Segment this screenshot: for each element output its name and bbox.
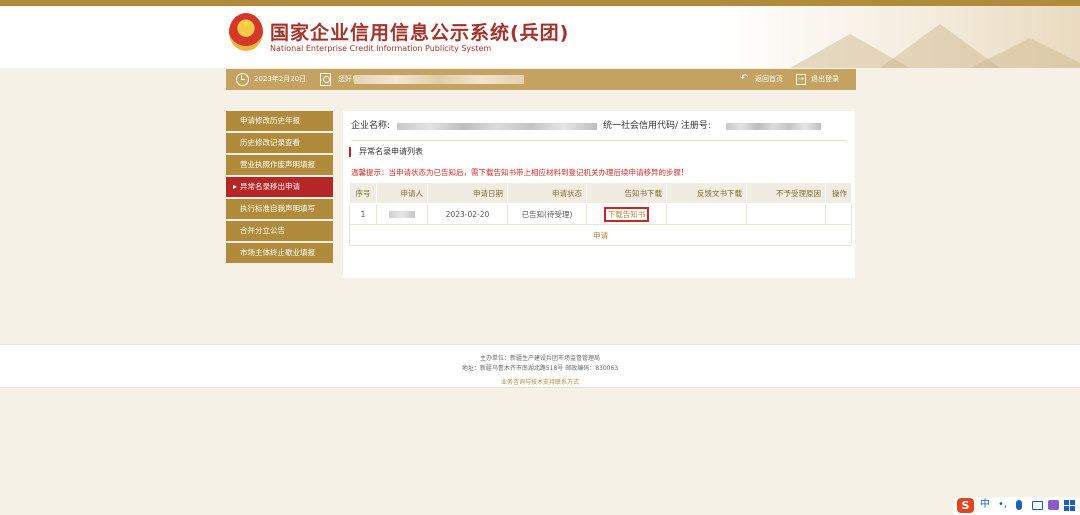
cell-applicant: [376, 203, 428, 225]
application-table: 序号 申请人 申请日期 申请状态 告知书下载 反馈文书下载 不予受理原因 操作 …: [349, 182, 852, 246]
table-header-row: 序号 申请人 申请日期 申请状态 告知书下载 反馈文书下载 不予受理原因 操作: [349, 182, 852, 204]
col-header-date: 申请日期: [427, 182, 508, 204]
sidebar-item-merger-split-notice[interactable]: 合并分立公告: [226, 221, 333, 241]
table-row: 1 2023-02-20 已告知(待受理) 下载告知书: [349, 203, 852, 225]
sidebar-item-modification-history[interactable]: 历史修改记录查看: [226, 133, 333, 153]
current-date: 2023年2月20日: [254, 75, 307, 83]
home-link[interactable]: 返回首页: [755, 69, 783, 90]
mountain-shape: [970, 38, 1080, 68]
credit-code-label: 统一社会信用代码/ 注册号:: [603, 121, 711, 131]
section-title: 异常名录申请列表: [349, 147, 423, 157]
microphone-icon[interactable]: [1016, 500, 1022, 510]
user-card-icon: [320, 73, 331, 86]
ime-punctuation-icon[interactable]: •,: [998, 499, 1007, 511]
sidebar-item-standard-self-declaration[interactable]: 执行标准自我声明填写: [226, 199, 333, 219]
col-header-notice-download: 告知书下载: [586, 182, 667, 204]
redacted-applicant: [389, 211, 415, 218]
company-name-label: 企业名称:: [351, 121, 391, 131]
sidebar-item-termination-suspension[interactable]: 市场主体终止歇业填报: [226, 243, 333, 263]
sidebar-item-modify-annual-report[interactable]: 申请修改历史年报: [226, 111, 333, 131]
col-header-feedback-download: 反馈文书下载: [666, 182, 747, 204]
logout-icon[interactable]: →: [796, 74, 806, 85]
col-header-applicant: 申请人: [376, 182, 428, 204]
support-contact-link[interactable]: 业务咨询与技术支持联系方式: [0, 377, 1080, 386]
return-home-icon[interactable]: ↶: [740, 74, 750, 84]
site-title: 国家企业信用信息公示系统(兵团): [270, 22, 570, 44]
sidebar-item-abnormal-list-removal[interactable]: 异常名录移出申请: [226, 177, 333, 197]
cell-status: 已告知(待受理): [507, 203, 587, 225]
sogou-ime-icon[interactable]: S: [957, 498, 974, 513]
clock-icon: [236, 73, 249, 86]
apply-button[interactable]: 申请: [349, 224, 852, 246]
warning-tip: 温馨提示：当申请状态为已告知后，需下载告知书带上相应材料到登记机关办理后续申请移…: [351, 168, 685, 177]
col-header-status: 申请状态: [507, 182, 587, 204]
emblem-star-icon: ★: [241, 17, 252, 31]
company-info-line: 企业名称: 统一社会信用代码/ 注册号:: [351, 119, 847, 141]
redacted-user-name: [354, 75, 524, 84]
cell-feedback-download: [666, 203, 747, 225]
logout-link[interactable]: 退出登录: [811, 69, 839, 90]
sidebar-item-license-void-declaration[interactable]: 营业执照作废声明填报: [226, 155, 333, 175]
col-header-index: 序号: [349, 182, 377, 204]
keyboard-icon[interactable]: [1032, 501, 1043, 510]
cell-index: 1: [349, 203, 377, 225]
col-header-action: 操作: [825, 182, 852, 204]
download-notice-button[interactable]: 下载告知书: [603, 206, 650, 222]
footer-sponsor: 主办单位：新疆生产建设兵团市场监督管理局: [479, 355, 600, 362]
header-landscape-decoration: [720, 6, 1080, 68]
toolbox-grid-icon[interactable]: [1064, 500, 1075, 511]
cell-action: [825, 203, 852, 225]
cell-notice-download: 下载告知书: [586, 203, 667, 225]
apply-row: 申请: [349, 224, 852, 246]
redacted-company-name: [397, 123, 597, 130]
main-panel: 企业名称: 统一社会信用代码/ 注册号: 异常名录申请列表 温馨提示：当申请状态…: [343, 111, 855, 278]
cell-date: 2023-02-20: [427, 203, 508, 225]
col-header-reject-reason: 不予受理原因: [746, 182, 826, 204]
redacted-credit-code: [726, 123, 821, 130]
footer-address: 地址：新疆乌鲁木齐市南湖北路518号 邮政编码：830063: [461, 365, 619, 372]
sidebar-menu: 申请修改历史年报 历史修改记录查看 营业执照作废声明填报 异常名录移出申请 执行…: [226, 111, 333, 265]
skin-shirt-icon[interactable]: [1048, 500, 1059, 510]
ime-language-toggle[interactable]: 中: [980, 499, 990, 511]
site-subtitle: National Enterprise Credit Information P…: [270, 44, 492, 53]
cell-reject-reason: [746, 203, 826, 225]
